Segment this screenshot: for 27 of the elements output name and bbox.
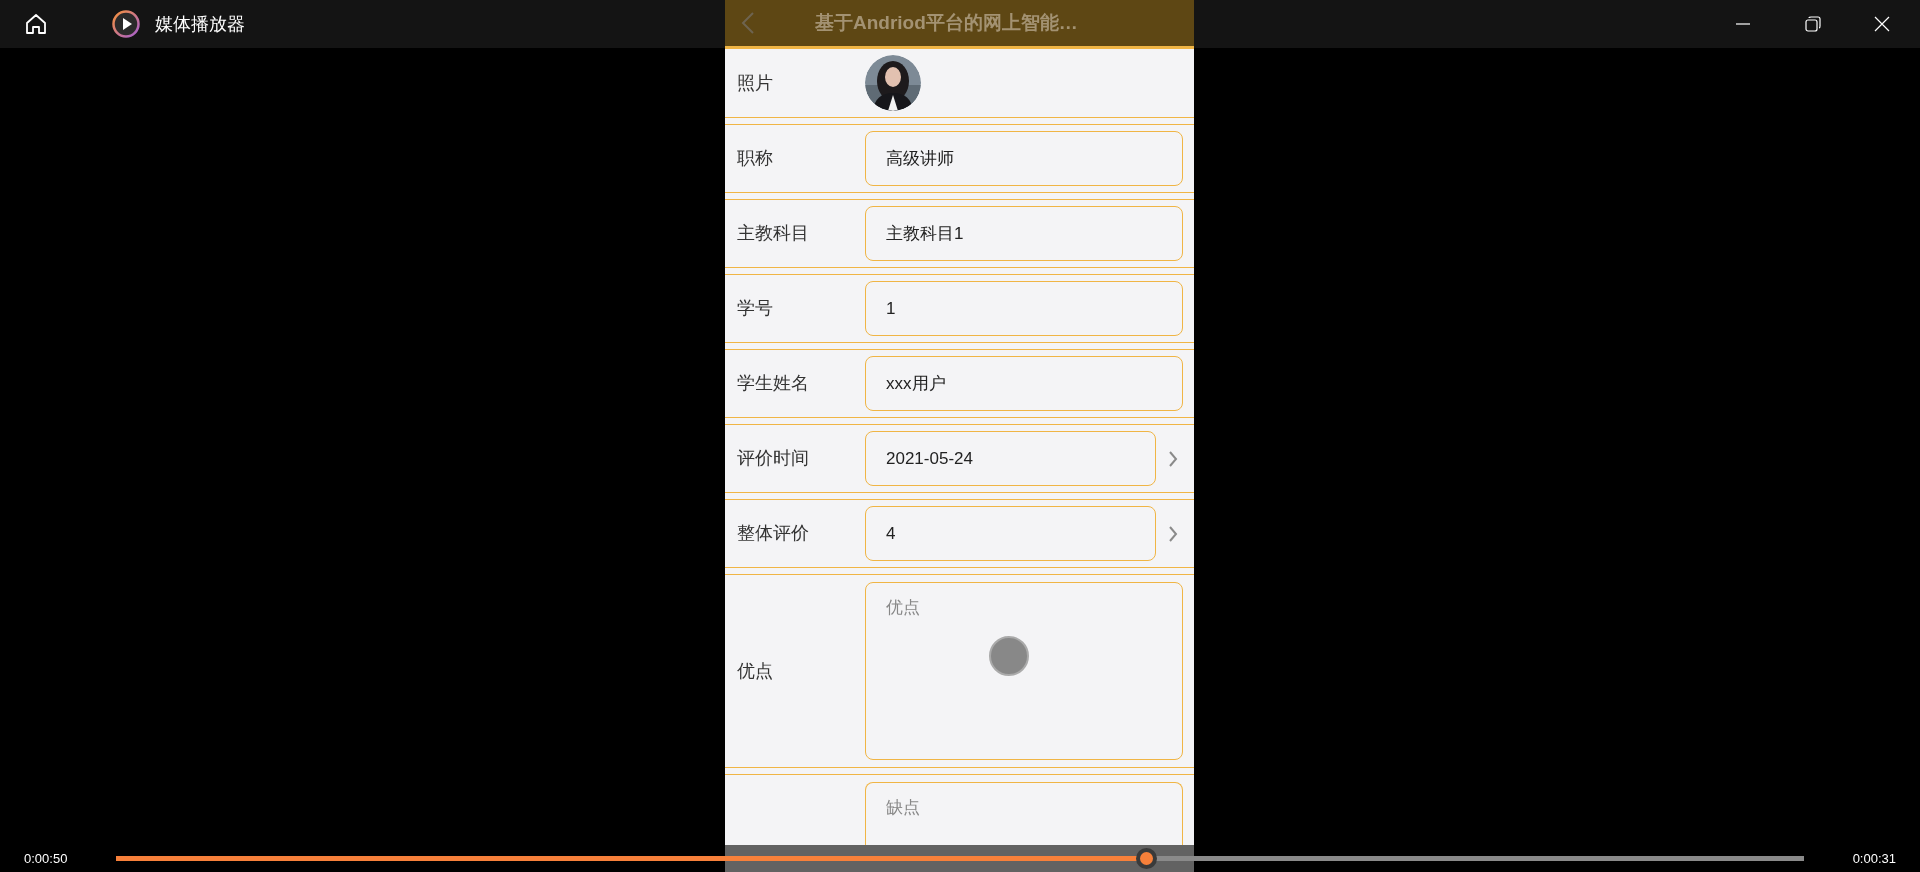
field-label: 职称 — [737, 147, 773, 170]
chevron-right-icon — [1168, 449, 1178, 468]
field-label: 主教科目 — [737, 222, 809, 245]
text-field[interactable]: xxx用户 — [865, 356, 1183, 411]
text-area[interactable]: 优点 — [865, 582, 1183, 760]
play-icon — [112, 10, 140, 38]
text-field[interactable]: 主教科目1 — [865, 206, 1183, 261]
close-icon[interactable] — [1874, 16, 1890, 32]
home-icon[interactable] — [24, 12, 48, 36]
select-field[interactable]: 4 — [865, 506, 1156, 561]
field-label: 学生姓名 — [737, 372, 809, 395]
field-label: 学号 — [737, 297, 773, 320]
field-label: 优点 — [737, 659, 773, 683]
elapsed-time: 0:00:50 — [23, 849, 69, 868]
text-area[interactable]: 缺点 — [865, 782, 1183, 845]
field-label: 整体评价 — [737, 522, 809, 545]
chevron-right-icon — [1168, 524, 1178, 543]
text-field[interactable]: 1 — [865, 281, 1183, 336]
field-label: 照片 — [737, 71, 773, 95]
seek-track[interactable] — [116, 848, 1804, 869]
field-label: 评价时间 — [737, 447, 809, 470]
text-field[interactable]: 高级讲师 — [865, 131, 1183, 186]
window-title: 媒体播放器 — [155, 12, 245, 36]
page-title: 基于Andriod平台的网上智能… — [815, 10, 1078, 35]
restore-icon[interactable] — [1805, 16, 1821, 32]
remaining-time: 0:00:31 — [1851, 849, 1897, 868]
select-field[interactable]: 2021-05-24 — [865, 431, 1156, 486]
